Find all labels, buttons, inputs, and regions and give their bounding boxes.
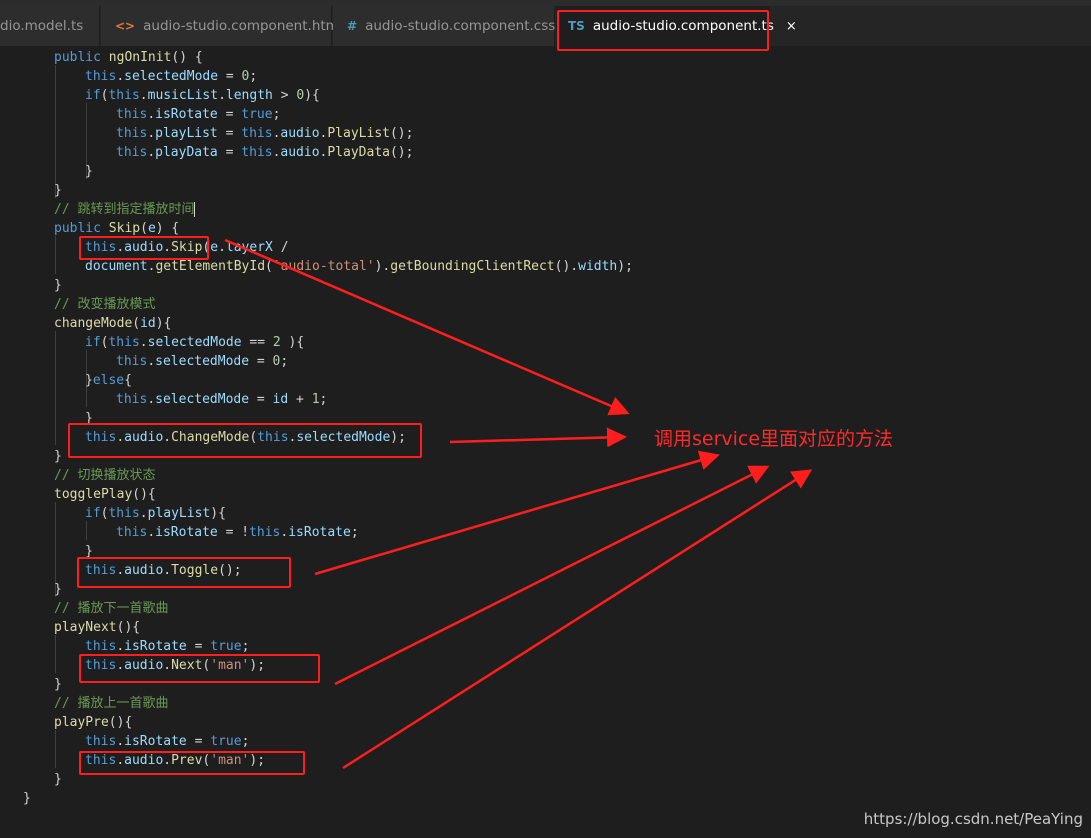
annotation-label: 调用service里面对应的方法 xyxy=(654,428,894,450)
annotation-arrows xyxy=(224,238,813,770)
arrow-skip xyxy=(224,238,630,416)
arrow-next xyxy=(334,465,770,686)
arrow-prev xyxy=(342,469,813,770)
watermark: https://blog.csdn.net/PeaYing xyxy=(863,810,1083,828)
arrow-changemode xyxy=(449,427,627,448)
arrow-toggle xyxy=(314,450,720,576)
